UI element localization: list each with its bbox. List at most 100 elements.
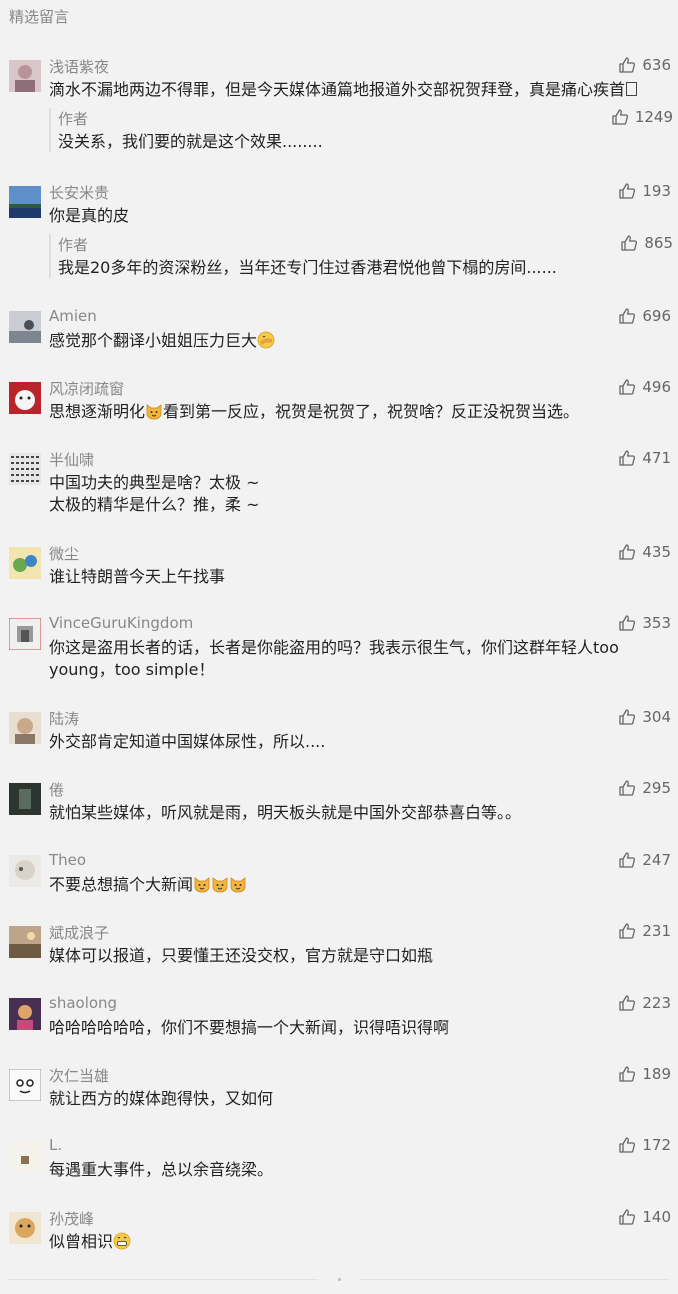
comment-text: 你是真的皮 [49,206,130,225]
commenter-name[interactable]: 长安米贵 [49,182,109,203]
like-count: 496 [642,378,671,396]
like-count: 140 [642,1208,671,1226]
like-button[interactable]: 696 [618,307,671,325]
like-button[interactable]: 223 [618,994,671,1012]
thumbs-up-icon [618,543,636,561]
like-count: 247 [642,851,671,869]
footer-divider [9,1279,318,1280]
footer-dot [338,1278,341,1281]
commenter-name[interactable]: 陆涛 [49,708,79,729]
comment-text: 中国功夫的典型是啥？太极 ~ 太极的精华是什么？推，柔 ~ [49,473,260,514]
commenter-name[interactable]: Theo [49,851,86,869]
author-reply: 作者 我是20多年的资深粉丝，当年还专门住过香港君悦他曾下榻的房间...... … [49,234,673,278]
grin-emoji-icon [113,1232,131,1250]
reply-author: 作者 [58,110,89,128]
avatar[interactable] [9,1069,41,1101]
like-count: 295 [642,779,671,797]
comment-text: 不要总想搞个大新闻 [49,874,629,896]
avatar[interactable] [9,453,41,485]
like-button[interactable]: 193 [618,182,671,200]
thumbs-up-icon [618,994,636,1012]
comment-text: 每遇重大事件，总以余音绕梁。 [49,1160,274,1179]
commenter-name[interactable]: 浅语紫夜 [49,56,109,77]
avatar[interactable] [9,712,41,744]
like-button[interactable]: 471 [618,449,671,467]
like-count: 193 [642,182,671,200]
comment-text: 哈哈哈哈哈哈，你们不要想搞一个大新闻，识得唔识得啊 [49,1018,450,1037]
comment-text: 就怕某些媒体，听风就是雨，明天板头就是中国外交部恭喜白等。。 [49,803,522,822]
thumbs-up-icon [611,108,629,126]
like-button[interactable]: 865 [620,234,673,252]
reply-text: 没关系，我们要的就是这个效果........ [58,132,323,151]
like-button[interactable]: 304 [618,708,671,726]
commenter-name[interactable]: 斌成浪子 [49,922,109,943]
commenter-name[interactable]: 倦 [49,779,64,800]
avatar[interactable] [9,998,41,1030]
avatar[interactable] [9,186,41,218]
commenter-name[interactable]: shaolong [49,994,117,1012]
avatar[interactable] [9,60,41,92]
author-reply: 作者 没关系，我们要的就是这个效果........ 1249 [49,108,673,152]
like-count: 189 [642,1065,671,1083]
thumbs-up-icon [618,378,636,396]
thumbs-up-icon [618,614,636,632]
commenter-name[interactable]: 微尘 [49,543,79,564]
thumbs-up-icon [620,234,638,252]
like-count: 471 [642,449,671,467]
section-title: 精选留言 [9,8,70,26]
comment-text: 似曾相识 [49,1231,629,1253]
comment-text: 媒体可以报道，只要懂王还没交权，官方就是守口如瓶 [49,946,434,965]
avatar[interactable] [9,1212,41,1244]
like-button[interactable]: 1249 [611,108,673,126]
avatar[interactable] [9,382,41,414]
thumbs-up-icon [618,1136,636,1154]
thumbs-up-icon [618,1065,636,1083]
avatar[interactable] [9,618,41,650]
commenter-name[interactable]: VinceGuruKingdom [49,614,193,632]
commenter-name[interactable]: L. [49,1136,62,1154]
thumbs-up-icon [618,56,636,74]
cat-emoji-icon [145,402,163,420]
like-button[interactable]: 496 [618,378,671,396]
avatar[interactable] [9,926,41,958]
like-button[interactable]: 247 [618,851,671,869]
reply-text: 我是20多年的资深粉丝，当年还专门住过香港君悦他曾下榻的房间...... [58,258,557,277]
like-button[interactable]: 140 [618,1208,671,1226]
avatar[interactable] [9,855,41,887]
like-button[interactable]: 353 [618,614,671,632]
comment-text: 你这是盗用长者的话，长者是你能盗用的吗？我表示很生气，你们这群年轻人too yo… [49,638,619,679]
like-count: 172 [642,1136,671,1154]
like-count: 636 [642,56,671,74]
like-button[interactable]: 435 [618,543,671,561]
like-button[interactable]: 189 [618,1065,671,1083]
like-button[interactable]: 636 [618,56,671,74]
like-button[interactable]: 172 [618,1136,671,1154]
like-button[interactable]: 295 [618,779,671,797]
reply-author: 作者 [58,236,89,254]
commenter-name[interactable]: 次仁当雄 [49,1065,109,1086]
thumbs-up-icon [618,1208,636,1226]
commenter-name[interactable]: 风凉闭疏窗 [49,378,124,399]
cat-emoji-icon [193,875,211,893]
thumbs-up-icon [618,449,636,467]
commenter-name[interactable]: 孙茂峰 [49,1208,94,1229]
thumbs-up-icon [618,182,636,200]
like-count: 304 [642,708,671,726]
comment-text: 就让西方的媒体跑得快，又如何 [49,1089,274,1108]
facepalm-emoji-icon [257,331,275,349]
avatar[interactable] [9,547,41,579]
avatar[interactable] [9,1140,41,1172]
comment-text: 外交部肯定知道中国媒体尿性，所以.... [49,732,326,751]
like-count: 231 [642,922,671,940]
cat-emoji-icon [211,875,229,893]
commenter-name[interactable]: Amien [49,307,97,325]
thumbs-up-icon [618,922,636,940]
cat-emoji-icon [229,875,247,893]
like-button[interactable]: 231 [618,922,671,940]
thumbs-up-icon [618,307,636,325]
commenter-name[interactable]: 半仙啸 [49,449,94,470]
avatar[interactable] [9,311,41,343]
avatar[interactable] [9,783,41,815]
comment-text: 滴水不漏地两边不得罪，但是今天媒体通篇地报道外交部祝贺拜登，真是痛心疾首 [49,79,638,101]
like-count: 1249 [634,108,673,126]
